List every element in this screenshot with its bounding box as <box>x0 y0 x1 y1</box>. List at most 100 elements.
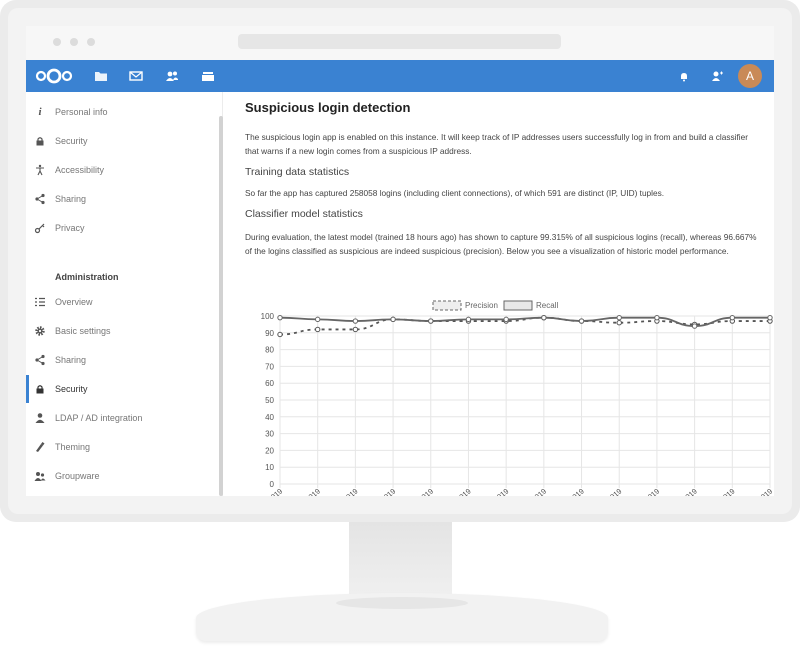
notifications-icon[interactable] <box>677 69 691 83</box>
sidebar-item-admin-security[interactable]: Security <box>26 375 223 403</box>
sidebar-item-personal-sharing[interactable]: Sharing <box>26 185 223 213</box>
data-point-recall <box>578 318 585 324</box>
data-point-recall <box>465 316 472 323</box>
data-point-recall <box>767 314 773 321</box>
window-dot <box>87 38 95 46</box>
data-point-precision <box>616 320 622 326</box>
x-tick-label: 03/04/2019 <box>740 487 774 496</box>
sidebar-item-label: Privacy <box>55 223 85 233</box>
sidebar-item-ldap[interactable]: LDAP / AD integration <box>26 404 223 432</box>
browser-toolbar <box>26 26 774 60</box>
window-dot <box>70 38 78 46</box>
sidebar-scrollbar[interactable] <box>219 116 223 496</box>
lock-icon <box>36 385 44 394</box>
x-tick-label: 23/03/2019 <box>325 487 360 496</box>
x-tick-label: 29/03/2019 <box>551 487 586 496</box>
avatar[interactable]: A <box>738 64 762 88</box>
y-tick-label: 30 <box>265 430 274 439</box>
y-tick-label: 90 <box>265 329 274 338</box>
browser-window: A i Personal info Security Accessibility… <box>26 26 774 496</box>
sidebar-item-label: Basic settings <box>55 326 111 336</box>
files-icon[interactable] <box>94 69 108 83</box>
y-tick-label: 70 <box>265 362 274 371</box>
performance-chart: 0 10 20 30 40 50 60 70 80 90 100 21/03/201922/03/20… <box>245 296 774 496</box>
x-tick-label: 31/03/2019 <box>627 487 662 496</box>
data-point-recall <box>691 323 698 329</box>
sidebar-item-label: Groupware <box>55 471 100 481</box>
data-point-recall <box>654 314 660 321</box>
legend-swatch-precision <box>432 300 462 311</box>
sidebar-item-personal-security[interactable]: Security <box>26 127 223 155</box>
mail-icon[interactable] <box>129 69 143 83</box>
data-point-recall <box>314 316 321 323</box>
nextcloud-logo[interactable] <box>34 68 74 84</box>
sidebar-item-label: Personal info <box>55 107 108 117</box>
gear-icon <box>35 326 45 336</box>
sidebar-item-admin-sharing[interactable]: Sharing <box>26 346 223 374</box>
x-tick-label: 30/03/2019 <box>589 487 624 496</box>
deck-icon[interactable] <box>201 69 215 83</box>
data-point-recall <box>503 316 509 323</box>
x-tick-label: 25/03/2019 <box>401 487 436 496</box>
intro-text: The suspicious login app is enabled on t… <box>245 132 748 156</box>
data-point-precision <box>314 326 321 333</box>
sidebar-item-personal-info[interactable]: i Personal info <box>26 98 223 126</box>
info-icon: i <box>38 106 42 118</box>
settings-content: Suspicious login detection The suspiciou… <box>245 92 774 496</box>
sidebar-item-label: Security <box>55 384 88 394</box>
x-tick-label: 02/04/2019 <box>702 487 737 496</box>
y-tick-label: 60 <box>265 379 274 388</box>
sidebar-item-groupware[interactable]: Groupware <box>26 462 223 490</box>
monitor-stand-neck <box>349 522 452 600</box>
data-point-recall <box>277 314 283 321</box>
contacts-menu-icon[interactable] <box>710 69 724 83</box>
contacts-icon[interactable] <box>165 69 179 83</box>
y-tick-label: 0 <box>270 480 275 489</box>
sidebar-item-label: Security <box>55 136 88 146</box>
y-tick-label: 10 <box>265 463 274 472</box>
training-heading: Training data statistics <box>245 166 350 178</box>
x-tick-label: 21/03/2019 <box>250 487 285 496</box>
data-point-recall <box>390 316 396 323</box>
sidebar-item-theming[interactable]: Theming <box>26 433 223 461</box>
lock-icon <box>36 137 44 146</box>
share-icon <box>35 354 45 366</box>
sidebar-item-label: LDAP / AD integration <box>55 413 143 423</box>
data-point-recall <box>616 314 622 321</box>
data-point-recall <box>541 314 547 321</box>
x-tick-label: 01/04/2019 <box>664 487 699 496</box>
accessibility-icon <box>36 164 44 176</box>
list-icon <box>35 297 45 307</box>
key-icon <box>34 223 45 234</box>
sidebar-item-overview[interactable]: Overview <box>26 288 223 316</box>
sidebar-item-label: Sharing <box>55 355 87 365</box>
page-title: Suspicious login detection <box>245 100 411 115</box>
address-bar[interactable] <box>238 34 561 49</box>
legend-label-recall: Recall <box>536 301 558 310</box>
y-tick-label: 100 <box>261 312 275 321</box>
y-tick-label: 40 <box>265 413 274 422</box>
x-tick-label: 24/03/2019 <box>363 487 398 496</box>
app-header: A <box>26 60 774 92</box>
data-point-recall <box>352 318 359 324</box>
brush-icon <box>36 442 45 452</box>
user-icon <box>35 413 45 423</box>
sidebar-item-label: Theming <box>55 442 91 452</box>
data-point-recall <box>428 318 434 324</box>
settings-sidebar: i Personal info Security Accessibility S… <box>26 92 223 496</box>
data-point-precision <box>352 326 359 333</box>
sidebar-item-basic-settings[interactable]: Basic settings <box>26 317 223 345</box>
data-point-precision <box>277 331 283 338</box>
sidebar-item-label: Overview <box>55 297 93 307</box>
x-tick-label: 22/03/2019 <box>287 487 322 496</box>
sidebar-item-label: Accessibility <box>55 165 105 175</box>
sidebar-item-label: Sharing <box>55 194 87 204</box>
training-text: So far the app has captured 258058 login… <box>245 188 665 198</box>
legend-swatch-recall <box>503 300 533 311</box>
x-tick-label: 27/03/2019 <box>476 487 511 496</box>
monitor-stand-base <box>196 593 608 641</box>
sidebar-item-privacy[interactable]: Privacy <box>26 214 223 242</box>
sidebar-item-accessibility[interactable]: Accessibility <box>26 156 223 184</box>
share-icon <box>35 193 45 205</box>
legend-label-precision: Precision <box>465 301 498 310</box>
